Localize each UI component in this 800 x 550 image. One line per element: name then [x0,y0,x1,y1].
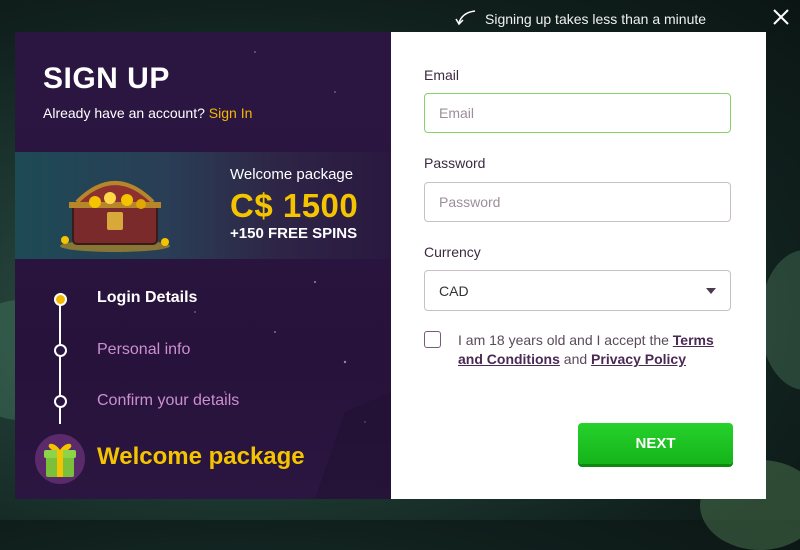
currency-select[interactable]: CAD [424,270,731,311]
background-blob [760,250,800,390]
form-panel: Email Password Currency CAD I am 18 year… [391,32,766,499]
signup-modal: SIGN UP Already have an account? Sign In [15,32,766,499]
promo-amount: C$ 1500 [230,187,359,224]
welcome-package-title: Welcome package [97,443,305,470]
step-personal-info: Personal info [97,341,191,358]
privacy-policy-link[interactable]: Privacy Policy [591,351,686,367]
close-button[interactable] [770,6,792,28]
terms-prefix: I am 18 years old and I accept the [458,332,669,348]
close-icon [773,9,789,25]
next-button[interactable]: NEXT [578,423,733,464]
treasure-chest-icon [60,181,170,252]
signup-hint-text: Signing up takes less than a minute [485,10,707,27]
terms-and: and [563,351,588,367]
step-confirm-details: Confirm your details [97,392,240,409]
currency-label: Currency [424,244,481,260]
email-field[interactable] [424,93,731,133]
account-prompt-text: Already have an account? [43,105,205,121]
email-label: Email [424,67,460,83]
starfield-decoration [194,51,391,499]
terms-checkbox[interactable] [424,331,441,348]
chevron-down-icon [706,287,716,294]
terms-text: I am 18 years old and I accept the Terms… [458,331,728,369]
gift-icon [35,434,85,484]
step-dot [54,395,67,408]
step-login-details: Login Details [97,289,198,306]
currency-value: CAD [439,282,469,299]
left-panel: SIGN UP Already have an account? Sign In [15,32,391,499]
promo-label: Welcome package [230,166,354,183]
arrow-curve-icon [455,8,477,29]
sign-in-link[interactable]: Sign In [209,105,253,121]
step-dot [54,344,67,357]
signup-hint: Signing up takes less than a minute [455,8,706,29]
password-label: Password [424,155,486,171]
account-prompt-line: Already have an account? Sign In [43,105,252,121]
top-bar: Signing up takes less than a minute [0,0,800,32]
promo-spins: +150 FREE SPINS [230,225,358,242]
password-field[interactable] [424,182,731,222]
page-title: SIGN UP [43,62,170,95]
step-dot-active [54,293,67,306]
